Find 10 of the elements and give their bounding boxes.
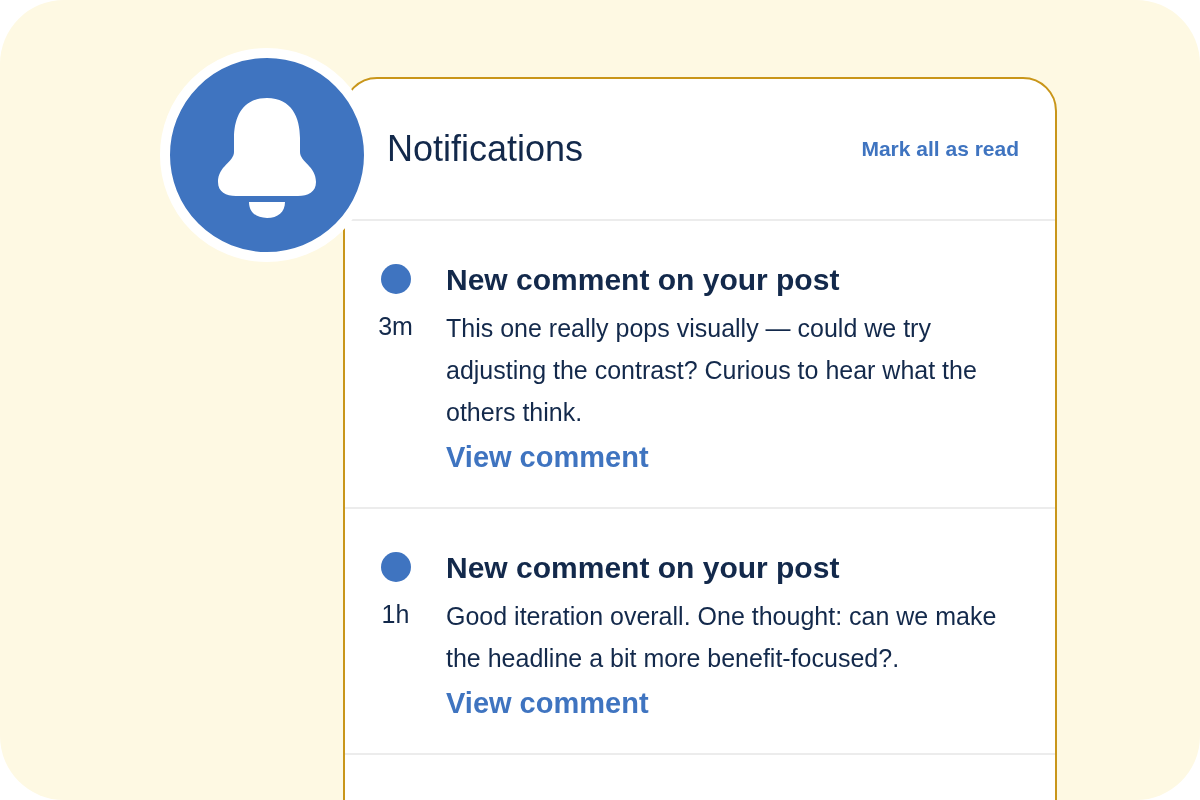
comment-text: This one really pops visually — could we try adjusting the contrast? Curious to hear what the others think. xyxy=(446,313,978,428)
timestamp: 1h xyxy=(381,600,410,629)
panel-title: Notifications xyxy=(387,128,584,170)
notification-title: New comment on your post xyxy=(446,262,840,298)
comment-text: Good iteration overall. One thought: can we make the headline a bit more benefit-focused?. xyxy=(446,601,998,674)
mark-all-read-link[interactable]: Mark all as read xyxy=(861,137,1019,161)
view-comment-link[interactable]: View comment xyxy=(446,433,649,481)
timestamp: 3m xyxy=(378,312,413,341)
notification-title: New comment on your post xyxy=(446,550,840,586)
view-comment-link[interactable]: View comment xyxy=(446,679,649,727)
